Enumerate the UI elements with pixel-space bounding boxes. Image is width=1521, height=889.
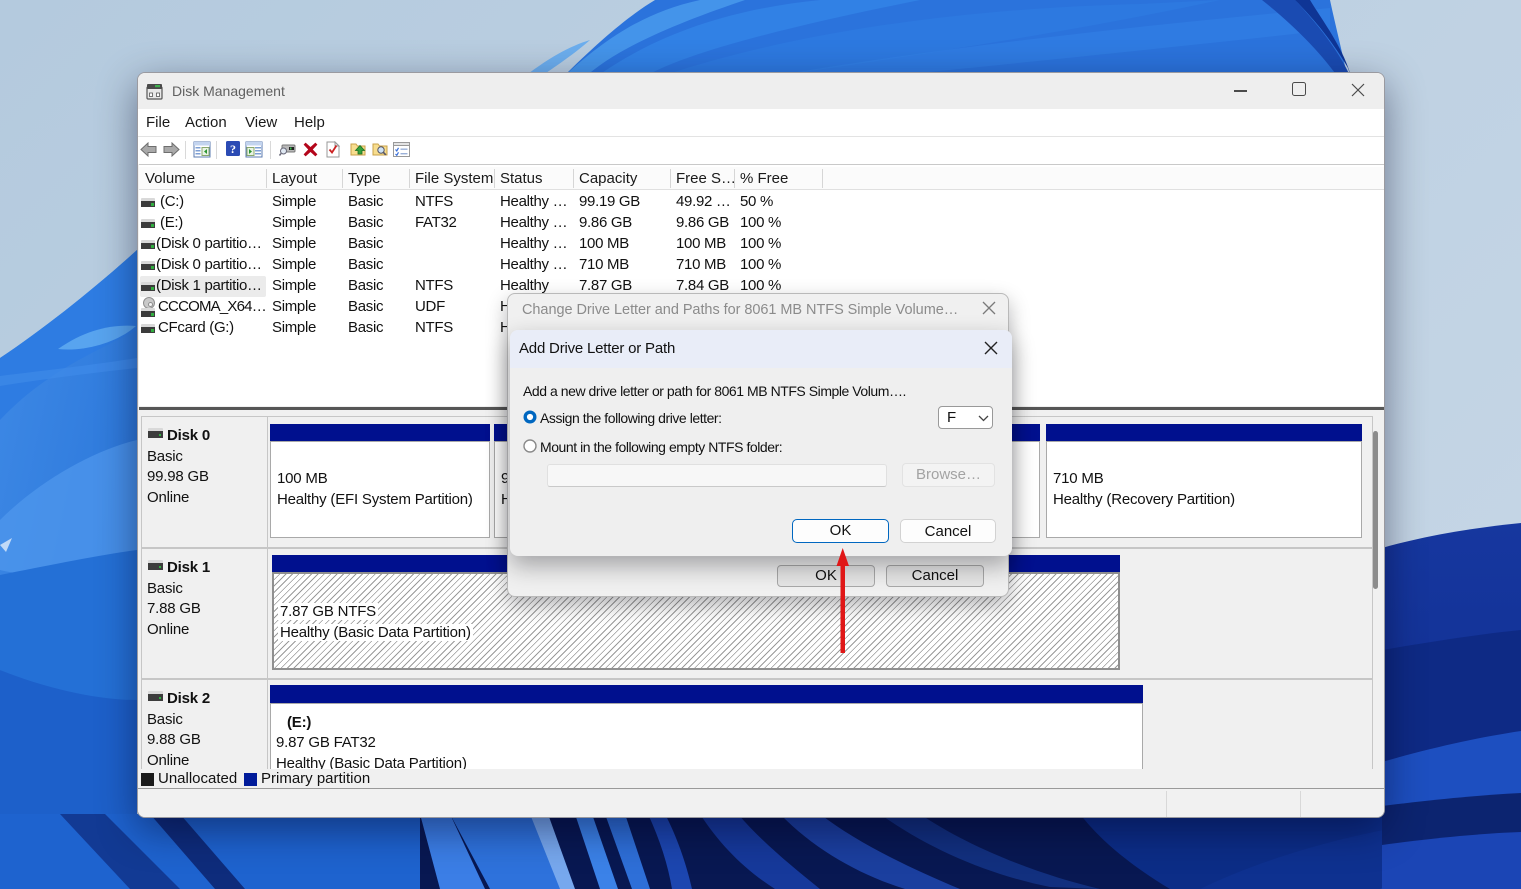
svg-text:?: ? bbox=[230, 142, 236, 156]
